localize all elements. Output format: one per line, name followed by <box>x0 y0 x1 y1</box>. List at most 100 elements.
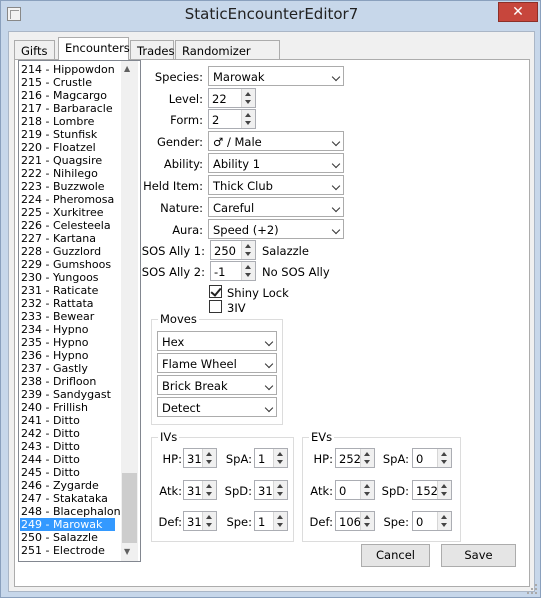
list-item[interactable]: 221 - Quagsire <box>21 154 102 167</box>
ev-spd-label: SpD: <box>381 484 409 498</box>
spin-buttons[interactable] <box>241 110 255 128</box>
list-item[interactable]: 227 - Kartana <box>21 232 96 245</box>
sos-ally-2-stepper[interactable]: -1 <box>210 261 256 281</box>
spin-buttons[interactable] <box>202 512 216 530</box>
shiny-lock-checkbox[interactable] <box>209 285 222 298</box>
move-2-dropdown[interactable]: Flame Wheel <box>157 353 277 373</box>
spin-buttons[interactable] <box>360 449 374 467</box>
encounter-list[interactable]: 251 - Electrode 250 - Salazzle 249 - Marow… <box>18 60 141 562</box>
ev-atk-stepper[interactable]: 0 <box>335 480 375 500</box>
list-item[interactable]: 233 - Bewear <box>21 310 94 323</box>
chevron-down-icon <box>265 337 274 346</box>
scroll-up-icon[interactable]: ▲ <box>124 64 130 73</box>
gender-dropdown[interactable]: ♂ / Male <box>208 131 344 151</box>
tab-randomizer-options[interactable]: Randomizer Options <box>175 40 280 72</box>
list-item[interactable]: 243 - Ditto <box>21 440 80 453</box>
sos-ally-1-stepper[interactable]: 250 <box>210 240 256 260</box>
ev-spd-stepper[interactable]: 152 <box>412 480 452 500</box>
list-item[interactable]: 219 - Stunfisk <box>21 128 97 141</box>
tab-encounters[interactable]: Encounters <box>58 37 130 60</box>
cancel-button[interactable]: Cancel <box>361 544 430 567</box>
ev-spa-stepper[interactable]: 0 <box>412 448 452 468</box>
spin-buttons[interactable] <box>360 512 374 530</box>
list-item[interactable]: 214 - Hippowdon <box>21 63 115 76</box>
spin-buttons[interactable] <box>202 481 216 499</box>
spin-buttons[interactable] <box>202 449 216 467</box>
level-stepper[interactable]: 22 <box>208 88 256 108</box>
list-item[interactable]: 224 - Pheromosa <box>21 193 114 206</box>
iv-hp-stepper[interactable]: 31 <box>183 448 217 468</box>
nature-dropdown[interactable]: Careful <box>208 197 344 217</box>
list-item[interactable]: 222 - Nihilego <box>21 167 98 180</box>
list-item-selected[interactable]: 249 - Marowak <box>20 518 115 531</box>
list-item[interactable]: 215 - Crustle <box>21 76 92 89</box>
list-item[interactable]: 217 - Barbaracle <box>21 102 113 115</box>
list-item[interactable]: 235 - Hypno <box>21 336 88 349</box>
list-item[interactable]: 236 - Hypno <box>21 349 88 362</box>
list-item[interactable]: 241 - Ditto <box>21 414 80 427</box>
list-item[interactable]: 245 - Ditto <box>21 466 80 479</box>
spin-buttons[interactable] <box>437 512 451 530</box>
list-item[interactable]: 223 - Buzzwole <box>21 180 105 193</box>
list-item[interactable]: 232 - Rattata <box>21 297 94 310</box>
move-4-dropdown[interactable]: Detect <box>157 397 277 417</box>
list-item[interactable]: 234 - Hypno <box>21 323 88 336</box>
iv-spe-stepper[interactable]: 1 <box>254 511 288 531</box>
ev-hp-stepper[interactable]: 252 <box>335 448 375 468</box>
list-item[interactable]: 238 - Drifloon <box>21 375 96 388</box>
iv-def-stepper[interactable]: 31 <box>183 511 217 531</box>
list-scrollbar[interactable]: ▲ ▼ <box>121 61 138 561</box>
tab-trades[interactable]: Trades <box>130 40 174 59</box>
ev-def-label: Def: <box>309 515 333 529</box>
spin-buttons[interactable] <box>273 449 287 467</box>
list-item[interactable]: 248 - Blacephalon <box>21 505 121 518</box>
list-item[interactable]: 240 - Frillish <box>21 401 88 414</box>
held-item-dropdown[interactable]: Thick Club <box>208 175 344 195</box>
spin-buttons[interactable] <box>437 449 451 467</box>
list-item[interactable]: 218 - Lombre <box>21 115 94 128</box>
iv-spd-stepper[interactable]: 31 <box>254 480 288 500</box>
species-dropdown[interactable]: Marowak <box>208 66 344 86</box>
list-item[interactable]: 244 - Ditto <box>21 453 80 466</box>
3iv-checkbox[interactable] <box>209 300 222 313</box>
spin-buttons[interactable] <box>241 241 255 259</box>
ev-spe-stepper[interactable]: 0 <box>412 511 452 531</box>
save-button[interactable]: Save <box>441 544 516 567</box>
spin-buttons[interactable] <box>273 512 287 530</box>
spin-buttons[interactable] <box>241 89 255 107</box>
list-item[interactable]: 239 - Sandygast <box>21 388 111 401</box>
aura-dropdown[interactable]: Speed (+2) <box>208 219 344 239</box>
ev-def-stepper[interactable]: 106 <box>335 511 375 531</box>
tab-gifts[interactable]: Gifts <box>14 40 55 59</box>
list-item[interactable]: 251 - Electrode <box>21 544 105 557</box>
spin-buttons[interactable] <box>273 481 287 499</box>
list-item[interactable]: 226 - Celesteela <box>21 219 111 232</box>
spin-buttons[interactable] <box>360 481 374 499</box>
close-button[interactable]: ✕ <box>498 2 538 22</box>
list-item[interactable]: 246 - Zygarde <box>21 479 99 492</box>
iv-spa-stepper[interactable]: 1 <box>254 448 288 468</box>
iv-def-value: 31 <box>187 515 202 529</box>
spin-buttons[interactable] <box>241 262 255 280</box>
list-item[interactable]: 230 - Yungoos <box>21 271 99 284</box>
list-item[interactable]: 237 - Gastly <box>21 362 88 375</box>
evs-group-label: EVs <box>309 430 335 444</box>
iv-atk-stepper[interactable]: 31 <box>183 480 217 500</box>
list-item[interactable]: 228 - Guzzlord <box>21 245 101 258</box>
form-stepper[interactable]: 2 <box>208 109 256 129</box>
list-item[interactable]: 242 - Ditto <box>21 427 80 440</box>
resize-grip-icon[interactable] <box>527 584 537 594</box>
ability-dropdown[interactable]: Ability 1 <box>208 153 344 173</box>
spin-buttons[interactable] <box>437 481 451 499</box>
scroll-down-icon[interactable]: ▼ <box>124 547 130 556</box>
list-item[interactable]: 250 - Salazzle <box>21 531 98 544</box>
move-1-dropdown[interactable]: Hex <box>157 331 277 351</box>
list-item[interactable]: 216 - Magcargo <box>21 89 107 102</box>
list-item[interactable]: 229 - Gumshoos <box>21 258 111 271</box>
list-item[interactable]: 247 - Stakataka <box>21 492 108 505</box>
list-item[interactable]: 220 - Floatzel <box>21 141 96 154</box>
move-3-dropdown[interactable]: Brick Break <box>157 375 277 395</box>
list-item[interactable]: 231 - Raticate <box>21 284 98 297</box>
list-item[interactable]: 225 - Xurkitree <box>21 206 104 219</box>
scroll-thumb[interactable] <box>122 473 137 543</box>
